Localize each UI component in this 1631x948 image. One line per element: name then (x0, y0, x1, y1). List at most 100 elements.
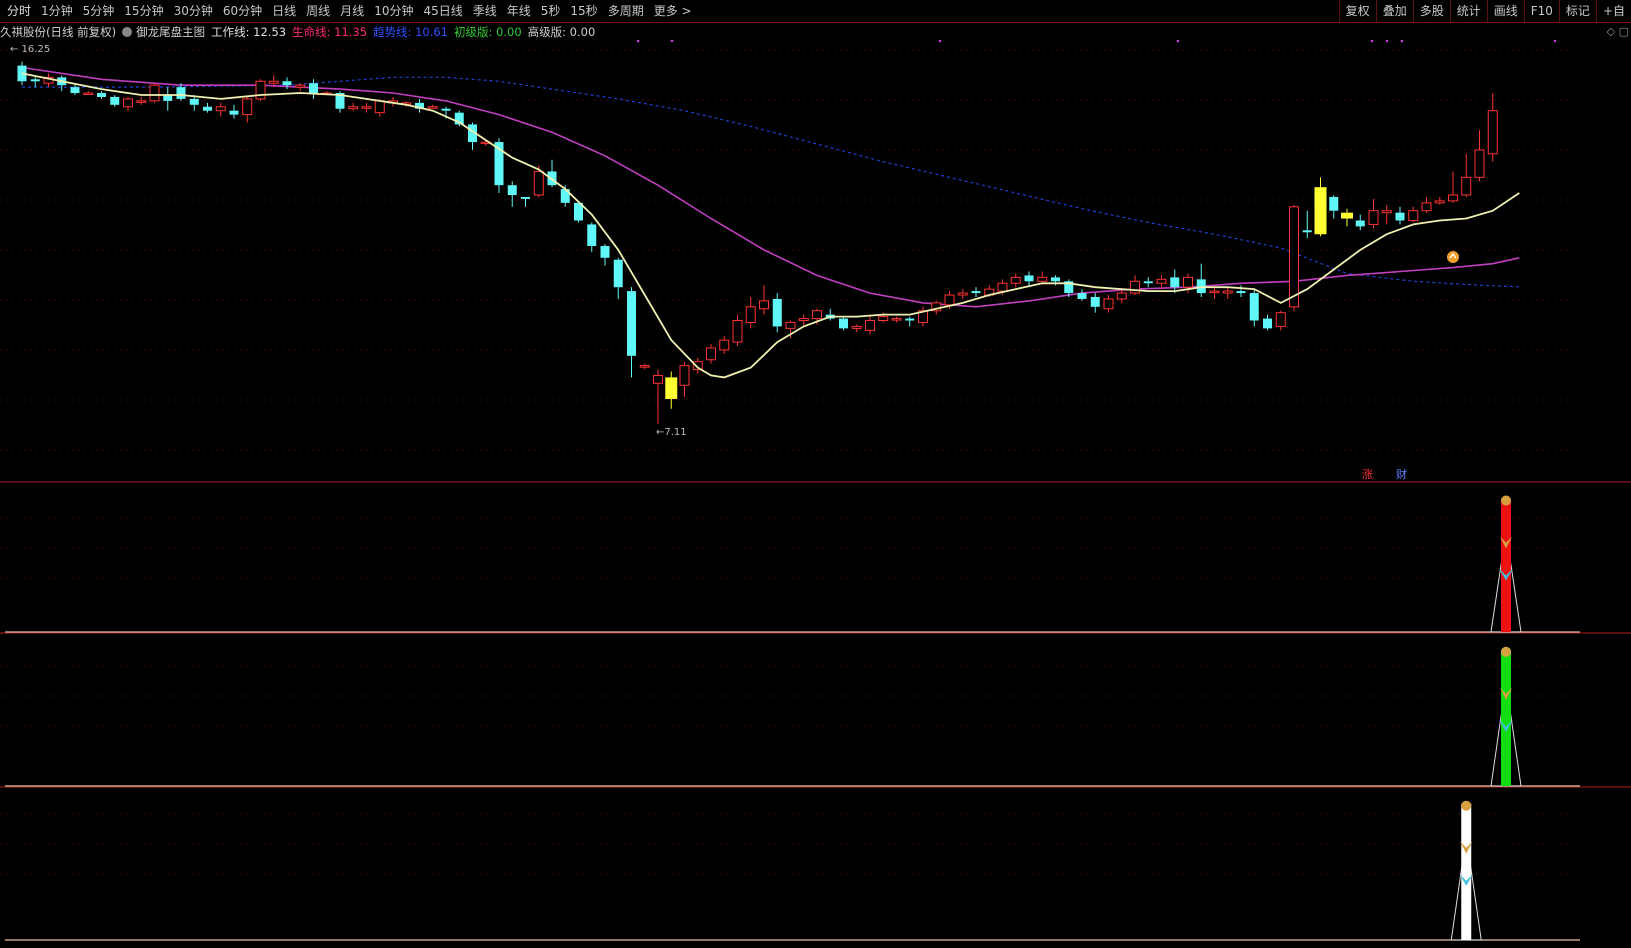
candle (1461, 176, 1472, 196)
candle (1170, 277, 1180, 288)
candle (268, 80, 279, 84)
candle (255, 80, 266, 100)
candle (1395, 212, 1405, 221)
candle (1421, 202, 1432, 212)
candle (1275, 312, 1286, 327)
candle (1196, 279, 1206, 294)
candle (1474, 149, 1485, 178)
candle (441, 108, 451, 111)
candle (123, 98, 133, 108)
money-bag-icon (1501, 646, 1511, 657)
candle (905, 318, 915, 321)
candle (149, 84, 160, 102)
candle (665, 377, 678, 399)
candle (215, 106, 226, 112)
candle (1249, 293, 1259, 321)
candle (759, 300, 769, 310)
candle (70, 87, 80, 94)
candle (653, 374, 663, 384)
candle (1090, 296, 1100, 307)
candle (30, 79, 40, 82)
candle (1183, 276, 1193, 288)
candle (627, 291, 636, 356)
candle (600, 246, 610, 258)
money-bag-icon (1461, 800, 1472, 811)
candle (719, 339, 730, 351)
high-price-label: ← 16.25 (10, 44, 50, 55)
candle (679, 365, 690, 386)
candle (1130, 280, 1140, 294)
candle (639, 365, 650, 368)
candle (361, 106, 372, 109)
candle (348, 106, 359, 110)
candle (1024, 275, 1034, 282)
candle (1209, 290, 1220, 294)
candle (1077, 293, 1087, 299)
candle (203, 106, 212, 111)
candle (533, 170, 544, 196)
signal-bar (1461, 803, 1472, 940)
candle (891, 318, 902, 321)
candle (1289, 206, 1299, 308)
candle (613, 259, 623, 288)
money-bag-icon (1501, 495, 1511, 506)
candle (971, 291, 981, 294)
candle (785, 321, 796, 329)
marker-dot (1370, 39, 1374, 43)
candle (1143, 281, 1153, 284)
low-price-label: ←7.11 (656, 427, 687, 438)
candle (1355, 220, 1365, 227)
candle (1116, 292, 1127, 300)
candle (1103, 298, 1114, 310)
candle (1314, 187, 1327, 235)
candle (1051, 277, 1060, 282)
marker-dot (1553, 39, 1557, 43)
candle (1037, 276, 1048, 282)
candle (1434, 200, 1445, 204)
candle (374, 100, 385, 114)
candle (798, 318, 809, 322)
marker-dot (1385, 39, 1389, 43)
dollar-icon (1447, 251, 1459, 263)
candle (242, 98, 253, 116)
price-chart[interactable]: ← 16.25 ←7.11 涨 财 (0, 0, 1631, 948)
candle (1329, 196, 1339, 211)
candle (1156, 278, 1167, 284)
candle (282, 81, 292, 86)
candle (1236, 291, 1246, 294)
marker-dot (1400, 39, 1404, 43)
candle (587, 224, 597, 246)
signal-bar (1501, 649, 1511, 786)
candle (136, 100, 147, 103)
candle (110, 96, 120, 105)
candle (706, 347, 716, 361)
zhang-marker: 涨 (1362, 468, 1373, 481)
candle (1408, 210, 1419, 222)
candle (745, 306, 756, 323)
signal-bar (1501, 498, 1511, 632)
candle (1222, 290, 1233, 294)
marker-dot (938, 39, 942, 43)
candle (1010, 276, 1021, 284)
candle (1448, 194, 1458, 202)
candle (507, 185, 517, 196)
candle (812, 310, 822, 320)
candle (772, 298, 782, 327)
candle (309, 83, 318, 94)
candle (97, 93, 106, 97)
candle (189, 98, 199, 105)
candle (878, 316, 889, 322)
candle (1381, 210, 1392, 214)
candle (839, 318, 848, 329)
candle (1341, 212, 1353, 219)
candle (1263, 318, 1272, 329)
candle (176, 87, 186, 99)
candle (997, 282, 1008, 292)
marker-dot (670, 39, 674, 43)
cai-marker: 财 (1396, 467, 1407, 481)
candle (1487, 110, 1498, 155)
candle (944, 294, 955, 306)
candle (732, 320, 743, 343)
candle (229, 110, 239, 115)
marker-dot (636, 39, 640, 43)
